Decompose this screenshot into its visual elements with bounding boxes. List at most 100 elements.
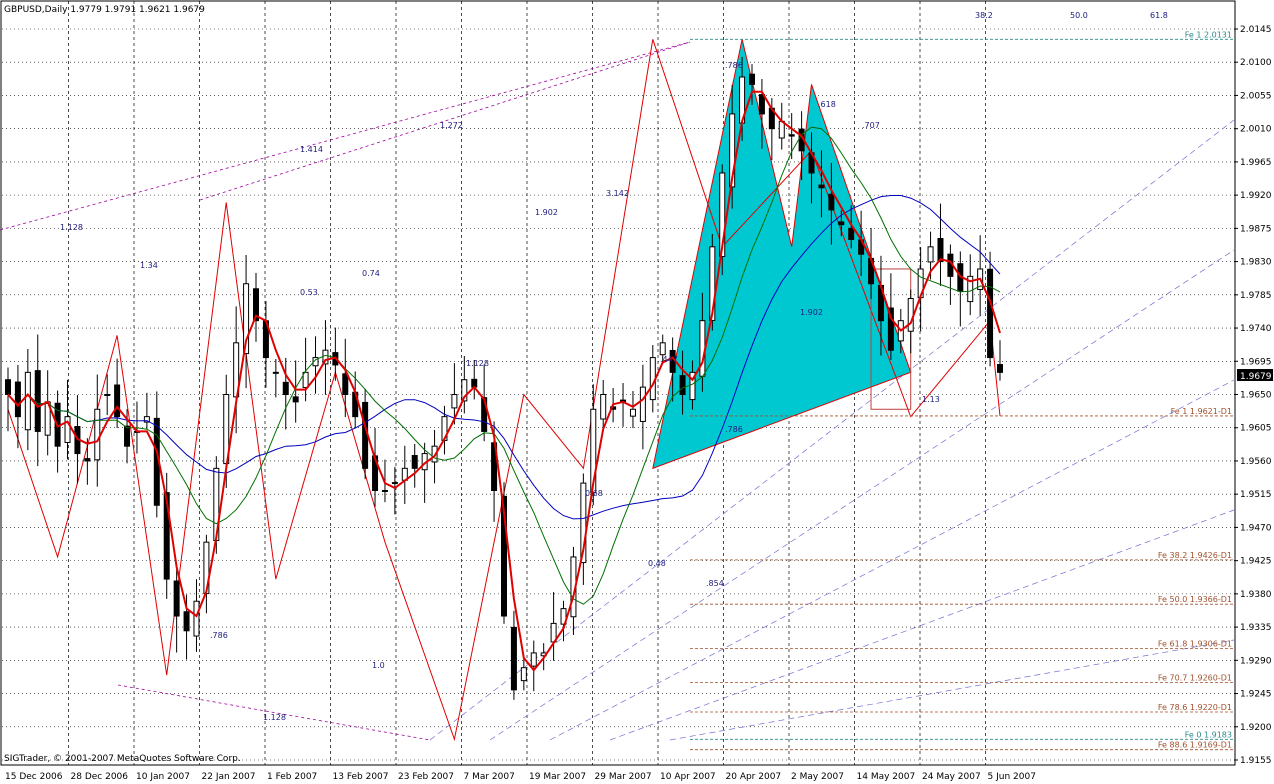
last-price-tag: 1.9679 (1237, 369, 1273, 382)
y-tick-label: 1.9740 (1240, 324, 1272, 334)
candle-body (749, 73, 755, 85)
ratio-label: .447 (660, 355, 678, 364)
y-tick-label: 2.0010 (1240, 125, 1272, 135)
fib-label: Fe 1 1.9621-D1 (1171, 407, 1232, 416)
fib-label: Fe 61.8 1.9306-D1 (1158, 640, 1232, 649)
y-tick-label: 2.0100 (1240, 58, 1272, 68)
x-tick-label: 7 Mar 2007 (464, 772, 515, 782)
y-tick-label: 1.9380 (1240, 590, 1272, 600)
candle-body (927, 246, 934, 263)
ratio-label: .707 (862, 121, 880, 130)
ratio-label: 61.8 (1150, 11, 1168, 20)
chart-title: GBPUSD,Daily 1.9779 1.9791 1.9621 1.9679 (4, 5, 205, 15)
candle-body (828, 193, 835, 211)
candle-body (114, 384, 121, 418)
candle-body (510, 626, 517, 691)
fib-label: Fe 50.0 1.9366-D1 (1158, 595, 1232, 604)
ratio-label: 1.128 (263, 713, 286, 722)
candle-body (520, 667, 527, 682)
candle-body (758, 94, 765, 115)
x-tick-label: 2 May 2007 (791, 772, 844, 782)
fib-label: Fe 78.6 1.9220-D1 (1158, 703, 1232, 712)
candle-body (391, 482, 398, 485)
candle-body (173, 580, 180, 617)
candle-body (659, 342, 666, 356)
fib-label: Fe 38.2 1.9426-D1 (1158, 551, 1232, 560)
candle-body (629, 408, 636, 417)
y-tick-label: 1.9515 (1240, 490, 1272, 500)
ratio-label: 0.53 (300, 288, 318, 297)
price-chart[interactable]: Fe 1 2.0131 Fe 1 1.9621-D1 Fe 38.2 1.9426-… (0, 0, 1274, 784)
candle-body (272, 371, 279, 374)
x-tick-label: 15 Dec 2006 (5, 772, 63, 782)
x-tick-label: 10 Jan 2007 (136, 772, 190, 782)
candle-body (24, 371, 31, 431)
candle-body (104, 394, 111, 396)
ratio-label: 0.74 (362, 269, 380, 278)
x-tick-label: 19 Mar 2007 (529, 772, 586, 782)
candle-body (14, 381, 21, 418)
ratio-label: 38.2 (975, 11, 993, 20)
candle-body (679, 375, 686, 395)
y-tick-label: 1.9290 (1240, 656, 1272, 666)
y-tick-label: 1.9605 (1240, 424, 1272, 434)
x-tick-label: 22 Jan 2007 (202, 772, 256, 782)
ratio-label: .786 (210, 631, 228, 640)
candle-body (639, 386, 646, 422)
ratio-label: 1.0 (372, 661, 385, 670)
y-tick-label: 1.9875 (1240, 224, 1272, 234)
ratio-label: .786 (725, 61, 743, 70)
y-tick-label: 1.9785 (1240, 291, 1272, 301)
y-tick-label: 2.0055 (1240, 91, 1272, 101)
ratio-label: 1.272 (440, 121, 463, 130)
ratio-label: 3.142 (606, 189, 629, 198)
candle-body (94, 408, 101, 461)
y-tick-label: 1.9650 (1240, 391, 1272, 401)
ratio-label: .618 (818, 100, 836, 109)
chart-background (0, 0, 1274, 784)
ratio-label: 1.13 (922, 395, 940, 404)
candle-body (84, 458, 91, 462)
y-tick-label: 1.9560 (1240, 457, 1272, 467)
candle-body (987, 268, 994, 359)
fib-label: Fe 70.7 1.9260-D1 (1158, 673, 1232, 682)
candle-body (788, 134, 795, 137)
candle-body (292, 396, 299, 403)
x-tick-label: 5 Jun 2007 (988, 772, 1036, 782)
candle-body (5, 379, 11, 396)
x-tick-label: 29 Mar 2007 (595, 772, 652, 782)
fib-label: Fe 1 2.0131 (1185, 30, 1232, 39)
candle-body (838, 221, 845, 226)
ratio-label: 50.0 (1070, 11, 1088, 20)
candle-body (381, 489, 388, 492)
candle-body (848, 227, 855, 240)
y-tick-label: 1.9245 (1240, 690, 1272, 700)
candle-body (34, 370, 41, 432)
y-tick-label: 1.9335 (1240, 623, 1272, 633)
candle-body (699, 320, 706, 377)
candle-body (530, 652, 537, 667)
ratio-label: 0.48 (648, 559, 666, 568)
x-tick-label: 23 Feb 2007 (398, 772, 454, 782)
x-tick-label: 10 Apr 2007 (660, 772, 716, 782)
y-tick-label: 1.9965 (1240, 158, 1272, 168)
ratio-label: 1.902 (535, 208, 558, 217)
y-tick-label: 1.9920 (1240, 191, 1272, 201)
y-tick-label: 1.9830 (1240, 258, 1272, 268)
candle-body (282, 381, 289, 396)
candle-body (124, 425, 131, 447)
candle-body (907, 298, 914, 332)
y-tick-label: 1.9425 (1240, 557, 1272, 567)
x-tick-label: 14 May 2007 (857, 772, 916, 782)
candle-body (451, 394, 458, 409)
svg-text:1.9679: 1.9679 (1240, 372, 1272, 382)
ratio-label: 1.128 (60, 223, 83, 232)
ratio-label: 1.128 (466, 359, 489, 368)
ratio-label: 1.414 (300, 145, 323, 154)
x-tick-label: 24 May 2007 (922, 772, 981, 782)
y-tick-label: 1.9695 (1240, 357, 1272, 367)
ratio-label: .854 (706, 579, 724, 588)
ratio-label: .786 (725, 425, 743, 434)
fib-label: Fe 88.6 1.9169-D1 (1158, 741, 1232, 750)
y-tick-label: 1.9200 (1240, 723, 1272, 733)
